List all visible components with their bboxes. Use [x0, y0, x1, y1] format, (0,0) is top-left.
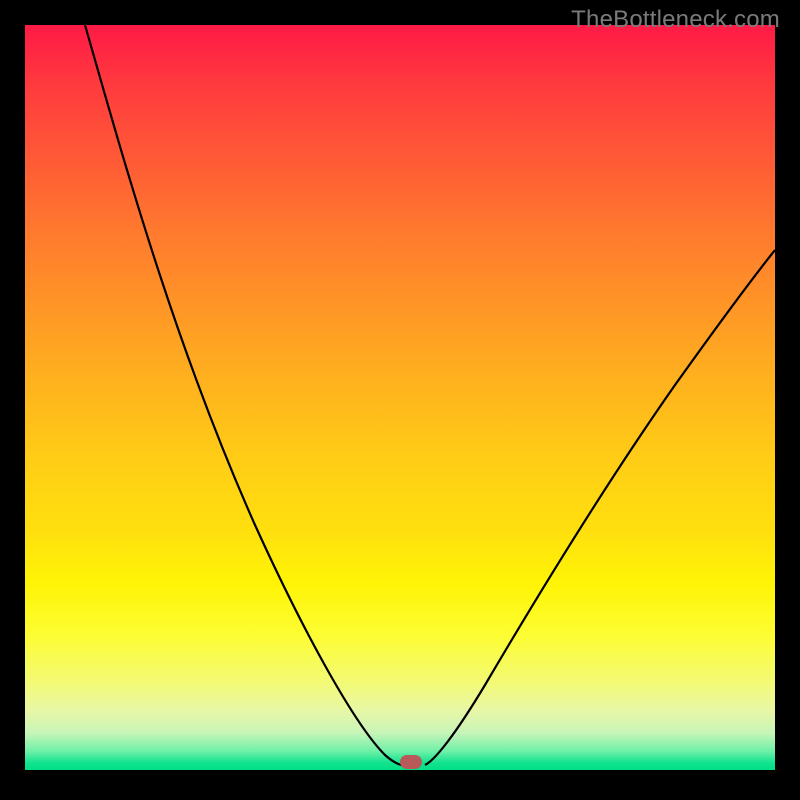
plot-area [25, 25, 775, 770]
bottleneck-curve [25, 25, 775, 770]
watermark-text: TheBottleneck.com [571, 6, 780, 34]
curve-left-branch [85, 25, 415, 765]
chart-container: TheBottleneck.com [0, 0, 800, 800]
curve-right-branch [425, 250, 775, 765]
bottleneck-marker [400, 755, 422, 769]
